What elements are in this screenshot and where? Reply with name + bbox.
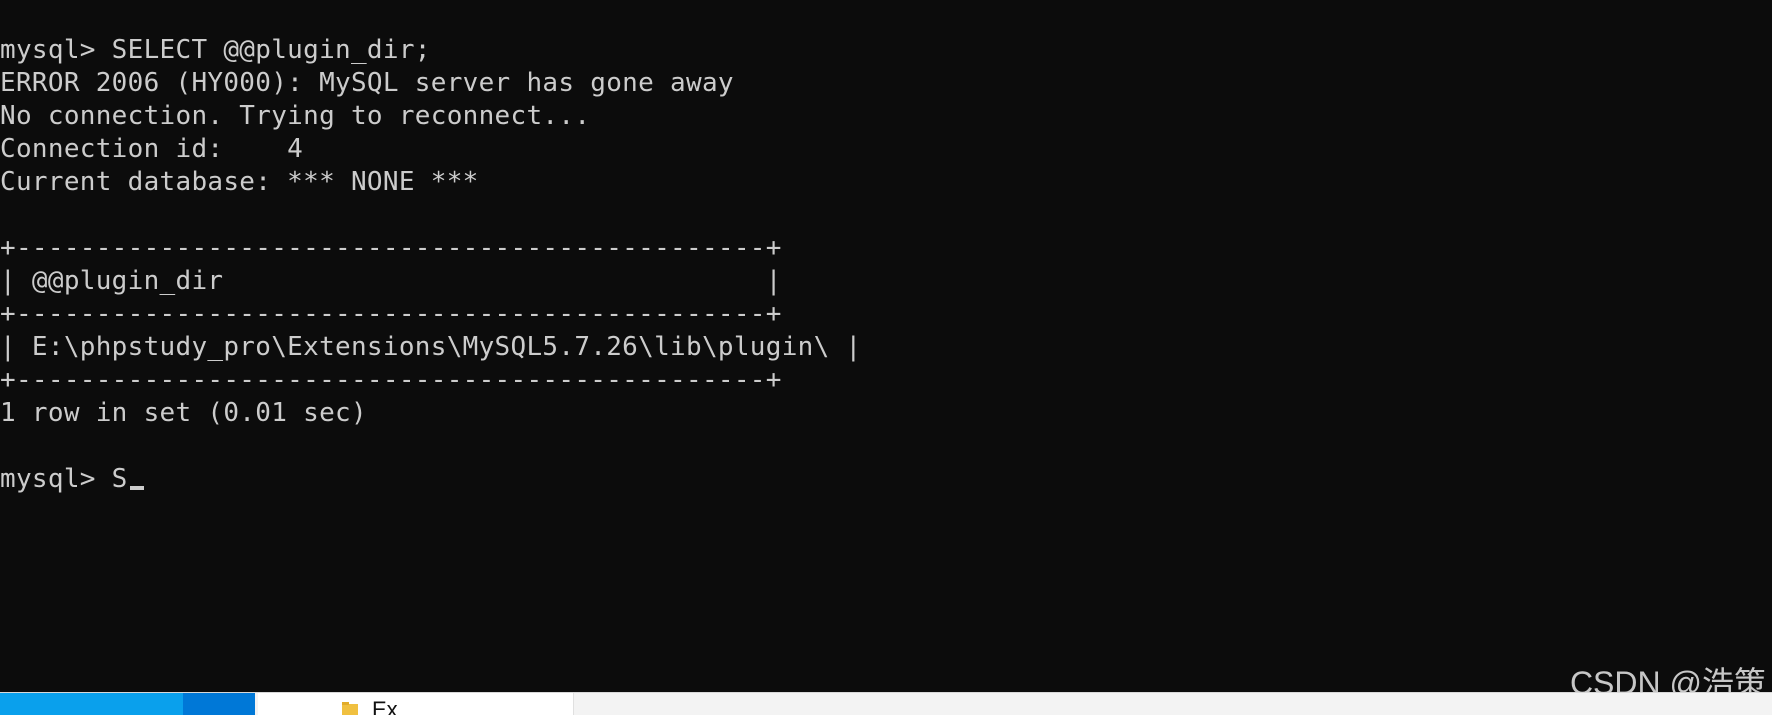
folder-icon [342, 702, 358, 715]
result-table-header: | @@plugin_dir | [0, 266, 782, 296]
taskbar-button-active[interactable] [183, 693, 255, 715]
terminal-line: mysql> SELECT @@plugin_dir; [0, 35, 431, 65]
terminal-line: Connection id: 4 [0, 134, 304, 164]
terminal-line: Current database: *** NONE *** [0, 167, 479, 197]
result-table-border: +---------------------------------------… [0, 299, 782, 329]
taskbar-explorer-item[interactable] [258, 693, 574, 715]
taskbar-explorer-label: Ex [372, 697, 398, 715]
taskbar-button[interactable] [0, 693, 183, 715]
taskbar: Ex [0, 692, 1772, 715]
terminal-window[interactable]: mysql> SELECT @@plugin_dir; ERROR 2006 (H… [0, 0, 1772, 692]
result-table-border: +---------------------------------------… [0, 365, 782, 395]
terminal-line: ERROR 2006 (HY000): MySQL server has gon… [0, 68, 734, 98]
terminal-prompt-input[interactable]: mysql> S [0, 464, 128, 494]
terminal-line: 1 row in set (0.01 sec) [0, 398, 367, 428]
terminal-prompt-line[interactable]: mysql> S [0, 463, 861, 496]
terminal-output[interactable]: mysql> SELECT @@plugin_dir; ERROR 2006 (H… [0, 34, 861, 496]
result-table-border: +---------------------------------------… [0, 233, 782, 263]
text-cursor [129, 486, 144, 490]
terminal-line: No connection. Trying to reconnect... [0, 101, 591, 131]
result-table-row: | E:\phpstudy_pro\Extensions\MySQL5.7.26… [0, 332, 862, 362]
